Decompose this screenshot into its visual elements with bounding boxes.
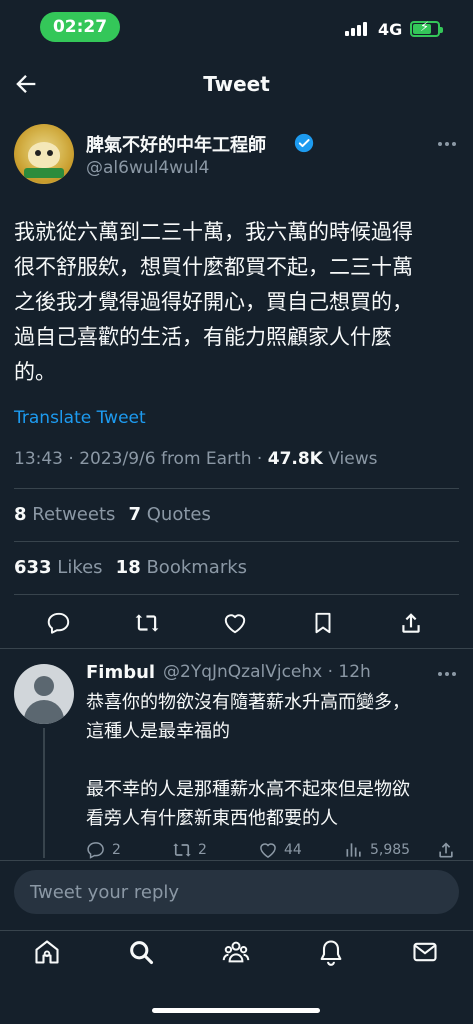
notifications-icon[interactable] — [317, 938, 345, 966]
reply-views-button[interactable]: 5,985 — [344, 840, 410, 860]
bookmark-icon[interactable] — [310, 610, 336, 636]
reply-reply-button[interactable]: 2 — [86, 840, 121, 860]
search-icon[interactable] — [127, 938, 155, 966]
page-title: Tweet — [203, 72, 270, 96]
verified-badge-icon — [294, 133, 314, 153]
reply-text: 恭喜你的物欲沒有隨著薪水升高而變多， 這種人是最幸福的 最不幸的人是那種薪水高不… — [86, 692, 410, 829]
battery-icon: ⚡ — [410, 20, 443, 37]
share-icon[interactable] — [398, 610, 424, 636]
status-time: 02:27 — [40, 12, 120, 42]
author-handle[interactable]: @al6wul4wul4 — [86, 158, 209, 178]
retweet-icon[interactable] — [134, 610, 160, 636]
signal-icon — [345, 22, 367, 36]
messages-icon[interactable] — [411, 938, 439, 966]
bookmarks-stat[interactable]: 18 Bookmarks — [116, 557, 247, 578]
network-label: 4G — [378, 20, 403, 39]
reply-avatar[interactable] — [14, 664, 74, 724]
views-count: 47.8K — [267, 449, 323, 469]
divider — [14, 594, 459, 595]
like-count: 44 — [284, 842, 302, 858]
retweets-stat[interactable]: 8 Retweets — [14, 504, 115, 525]
more-icon[interactable] — [435, 670, 459, 678]
reply-retweet-button[interactable]: 2 — [172, 840, 207, 860]
reply-share-button[interactable] — [436, 840, 456, 860]
like-icon[interactable] — [222, 610, 248, 636]
like-icon — [260, 843, 276, 858]
divider — [14, 488, 459, 489]
reply-count: 2 — [112, 842, 121, 858]
views-label: Views — [322, 449, 378, 469]
tweet-timestamp: 13:43 · 2023/9/6 from Earth · — [14, 449, 268, 469]
retweets-quotes-row: 8 Retweets 7 Quotes — [14, 504, 211, 525]
tweet-actions — [0, 610, 473, 638]
divider — [14, 541, 459, 542]
tweet-text: 我就從六萬到二三十萬，我六萬的時候過得 很不舒服欸，想買什麼都買不起，二三十萬 … — [14, 220, 413, 384]
thread-line — [43, 728, 45, 858]
reply-like-button[interactable]: 44 — [258, 840, 302, 860]
likes-bookmarks-row: 633 Likes 18 Bookmarks — [14, 557, 247, 578]
home-indicator — [152, 1008, 320, 1013]
communities-icon[interactable] — [222, 938, 250, 966]
views-count: 5,985 — [370, 842, 411, 858]
tweet-meta: 13:43 · 2023/9/6 from Earth · 47.8K View… — [14, 449, 377, 469]
views-icon — [346, 843, 361, 857]
reply-handle[interactable]: @2YqJnQzalVjcehx · 12h — [163, 662, 371, 682]
reply-icon — [87, 842, 104, 859]
reply-input[interactable]: Tweet your reply — [14, 870, 459, 914]
reply-icon[interactable] — [46, 610, 72, 636]
more-icon[interactable] — [435, 140, 459, 148]
author-avatar[interactable] — [14, 124, 74, 184]
reply-author-name[interactable]: Fimbul — [86, 662, 155, 683]
quotes-stat[interactable]: 7 Quotes — [128, 504, 210, 525]
reply-actions: 2 2 44 5,985 — [0, 840, 473, 862]
divider — [0, 648, 473, 649]
author-name[interactable]: 脾氣不好的中年工程師 — [86, 131, 266, 157]
share-icon — [439, 842, 453, 858]
likes-stat[interactable]: 633 Likes — [14, 557, 103, 578]
translate-link[interactable]: Translate Tweet — [14, 408, 146, 428]
retweet-count: 2 — [198, 842, 207, 858]
retweet-icon — [173, 843, 191, 857]
home-icon[interactable] — [33, 938, 61, 966]
